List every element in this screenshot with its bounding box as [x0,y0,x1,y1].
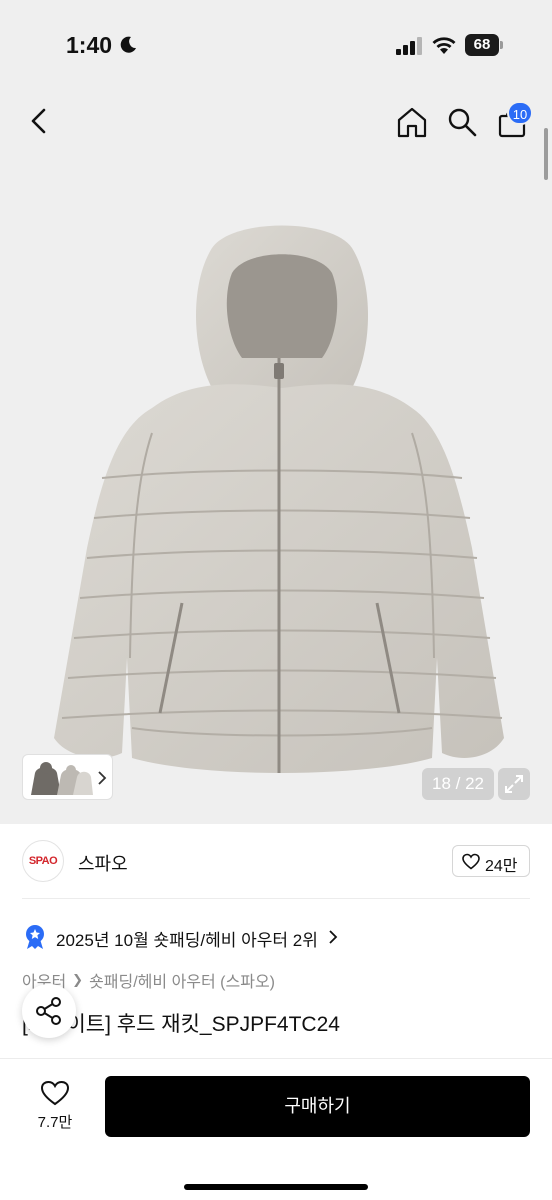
ranking-badge-icon [26,925,44,949]
share-button[interactable] [22,984,76,1038]
search-button[interactable] [444,104,480,140]
breadcrumb-item[interactable]: 숏패딩/헤비 아우터 (스파오) [89,968,275,992]
wifi-icon [432,37,456,54]
thumbnail-image [31,762,107,795]
brand-like-button[interactable]: 24만 [452,845,530,877]
brand-logo[interactable]: SPAO [22,840,64,882]
heart-icon [462,853,480,870]
expand-button[interactable] [498,768,530,800]
divider [22,898,530,899]
ranking-text[interactable]: 2025년 10월 숏패딩/헤비 아우터 2위 [56,926,318,951]
back-button[interactable] [24,104,54,138]
brand-like-count: 24만 [485,858,518,875]
status-time: 1:40 [66,32,113,58]
brand-name[interactable]: 스파오 [78,850,128,876]
moon-icon [120,36,136,53]
product-photo-jacket [54,225,504,773]
cart-count-badge: 10 [507,101,533,125]
gallery-thumbnail[interactable] [22,754,113,800]
wishlist-count: 7.7만 [37,1114,73,1131]
gallery-counter: 18 / 22 [422,768,494,800]
chevron-right-icon [329,930,338,944]
home-button[interactable] [394,104,430,140]
buy-button[interactable]: 구매하기 [105,1076,530,1137]
scrollbar[interactable] [544,128,548,180]
status-bar: 1:40 68 [0,0,552,92]
battery-indicator: 68 [465,34,503,56]
battery-level: 68 [465,34,499,56]
home-indicator [184,1184,368,1190]
heart-icon[interactable] [40,1080,70,1106]
share-icon [36,997,61,1025]
brand-logo-text: SPAO [28,855,58,867]
signal-icon [396,37,422,55]
